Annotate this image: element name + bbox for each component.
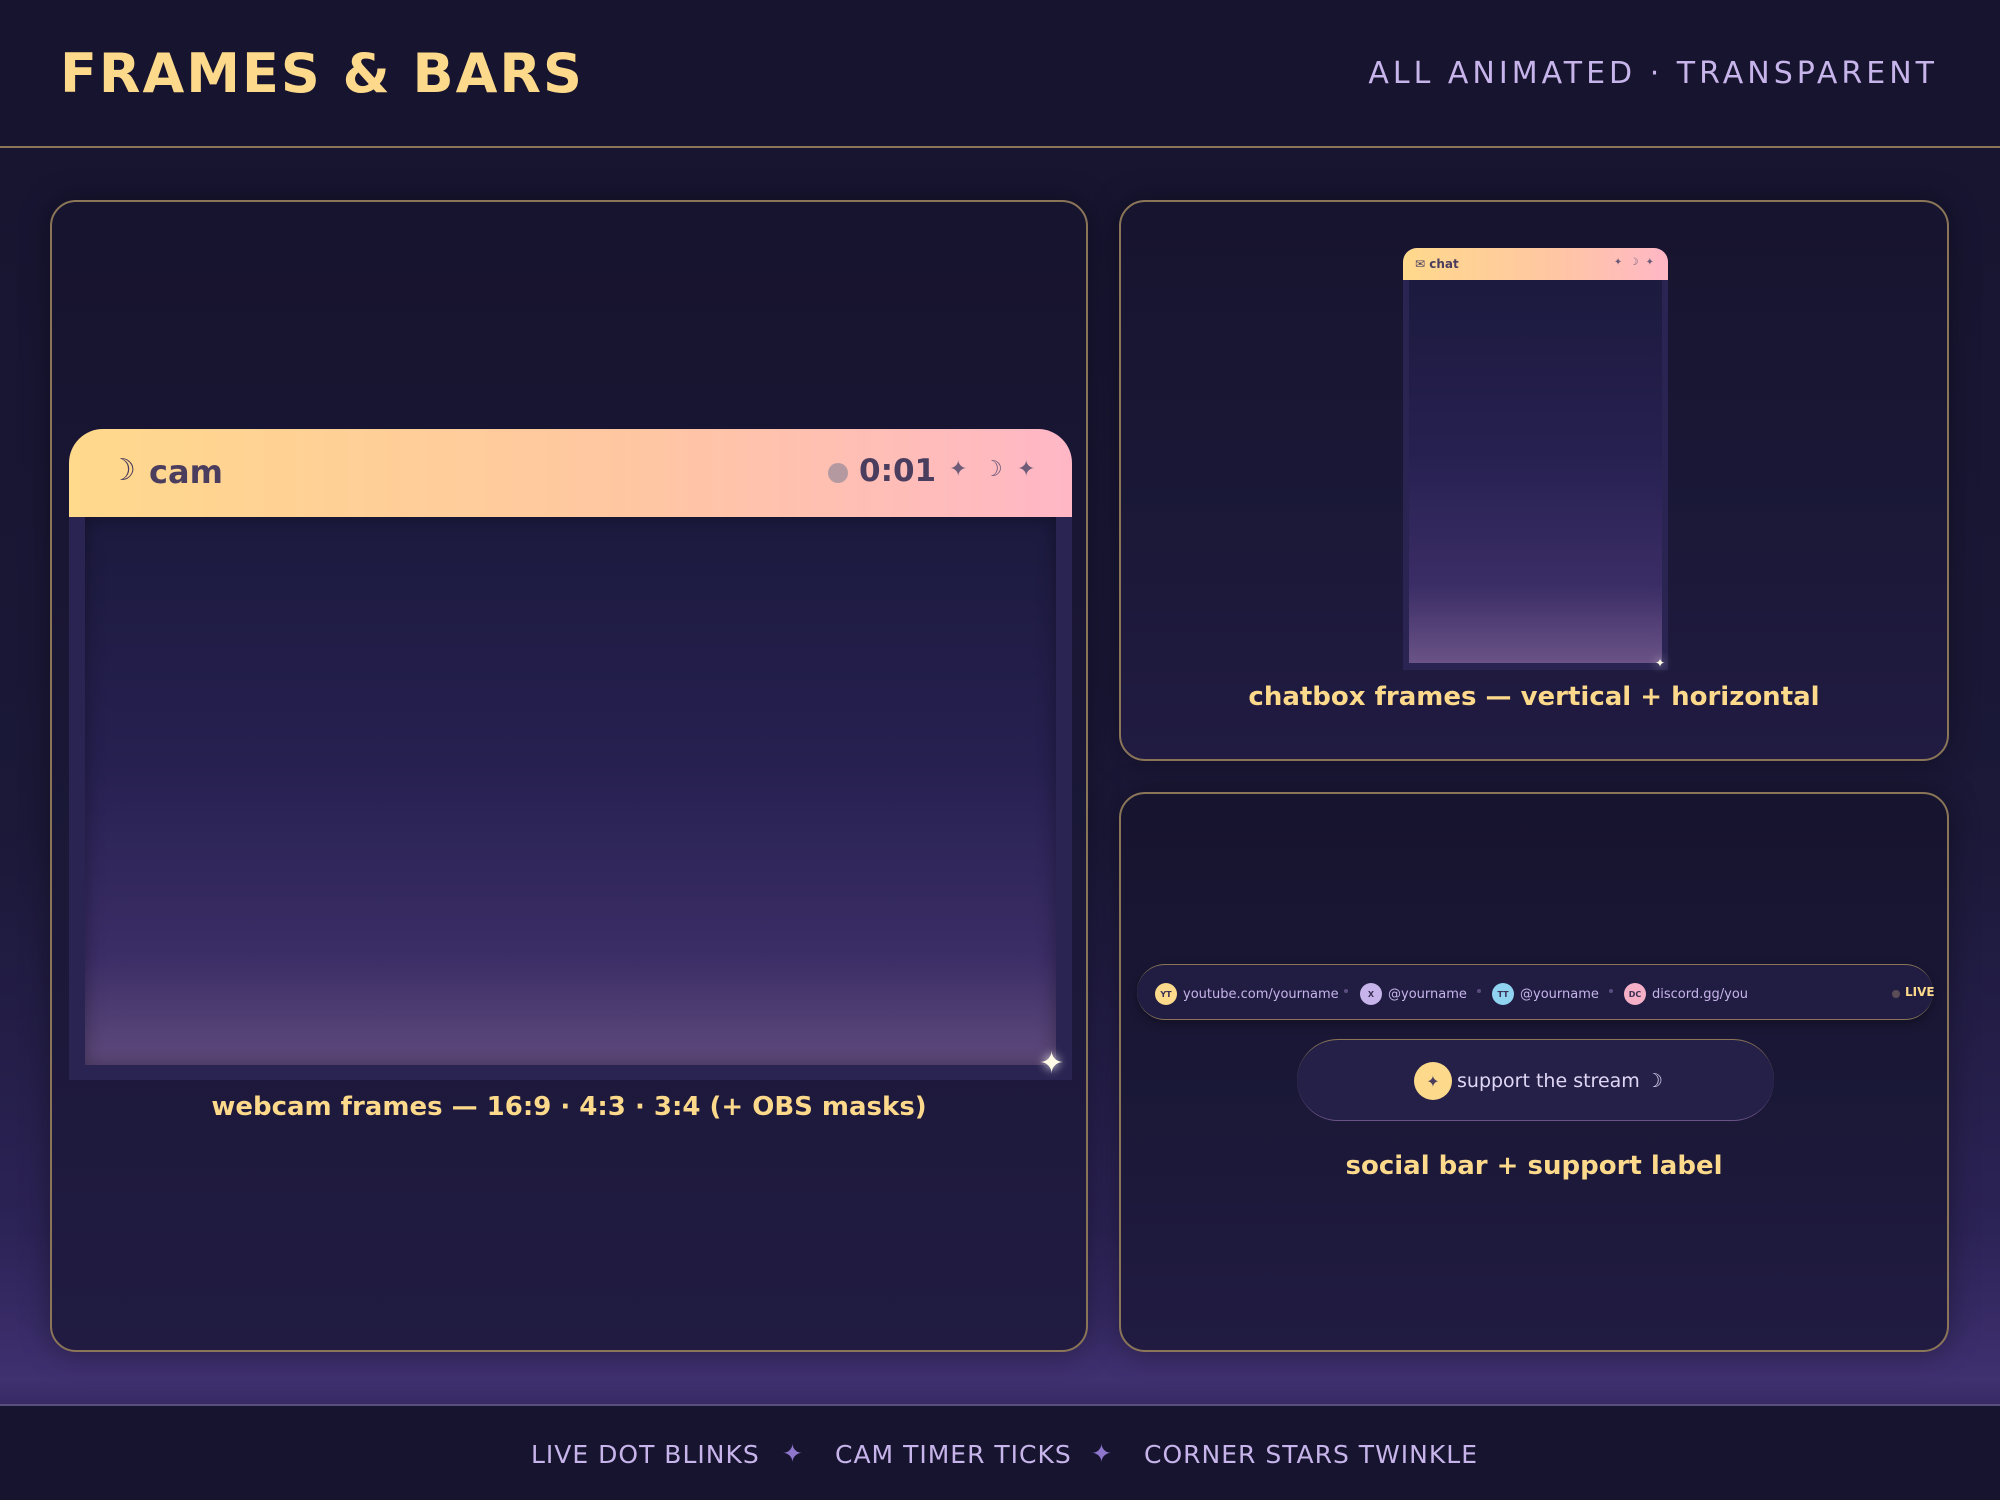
sparkle-icon: ✦ [1039, 1046, 1065, 1081]
chatbox-viewport [1409, 280, 1662, 663]
social-caption: social bar + support label [1345, 1151, 1723, 1181]
header: FRAMES & BARS ALL ANIMATED · TRANSPARENT [0, 0, 2000, 148]
youtube-badge-icon: YT [1155, 983, 1177, 1005]
footer: LIVE DOT BLINKS ✦ CAM TIMER TICKS ✦ CORN… [0, 1404, 2000, 1500]
footer-item-cam-timer: CAM TIMER TICKS [835, 1440, 1072, 1469]
social-item-youtube[interactable]: YT youtube.com/yourname [1155, 983, 1339, 1005]
footer-item-corner-stars: CORNER STARS TWINKLE [1144, 1440, 1478, 1469]
webcam-viewport [85, 517, 1056, 1065]
social-handle: @yourname [1388, 986, 1467, 1002]
star-icon: ✦ [1414, 1062, 1452, 1100]
social-handle: youtube.com/yourname [1183, 986, 1339, 1002]
chatbox-panel[interactable]: ✉ chat ✦ ☽ ✦ ✦ chatbox frames — vertical… [1119, 200, 1949, 761]
star-icon: ✦ [1091, 1439, 1112, 1468]
chatbox-frame-preview[interactable]: ✉ chat ✦ ☽ ✦ ✦ [1403, 248, 1668, 670]
star-icon: ✦ [782, 1439, 803, 1468]
social-panel[interactable]: YT youtube.com/yourname X @yourname TT @… [1119, 792, 1949, 1352]
social-item-discord[interactable]: DC discord.gg/you [1624, 983, 1748, 1005]
moon-icon: ☽ [109, 453, 136, 488]
live-dot-icon [1892, 990, 1900, 998]
x-badge-icon: X [1360, 983, 1382, 1005]
separator-dot [1609, 989, 1613, 993]
moon-icon: ☽ [983, 457, 1003, 482]
social-handle: @yourname [1520, 986, 1599, 1002]
star-icon: ✦ [949, 457, 968, 482]
chatbox-caption: chatbox frames — vertical + horizontal [1248, 682, 1820, 712]
footer-item-live-dot: LIVE DOT BLINKS [531, 1440, 760, 1469]
live-dot-icon [828, 463, 848, 483]
discord-badge-icon: DC [1624, 983, 1646, 1005]
page-subtitle: ALL ANIMATED · TRANSPARENT [1368, 56, 1938, 91]
webcam-frame-border [69, 1065, 1072, 1080]
sparkle-icon: ✦ [1655, 656, 1666, 670]
live-label: LIVE [1905, 985, 1935, 999]
social-item-tiktok[interactable]: TT @yourname [1492, 983, 1599, 1005]
chat-label: ✉ chat [1415, 257, 1459, 271]
cam-label: cam [149, 453, 223, 491]
tiktok-badge-icon: TT [1492, 983, 1514, 1005]
separator-dot [1344, 989, 1348, 993]
chatbox-title-bar: ✉ chat ✦ ☽ ✦ [1403, 248, 1668, 280]
star-moon-icons: ✦ ☽ ✦ [1613, 257, 1656, 268]
page-title: FRAMES & BARS [60, 42, 584, 105]
support-label[interactable]: ✦ support the stream ☽ [1297, 1039, 1774, 1121]
support-text: support the stream ☽ [1457, 1070, 1663, 1092]
cam-timer: 0:01 [859, 453, 937, 489]
social-bar[interactable]: YT youtube.com/yourname X @yourname TT @… [1137, 964, 1935, 1020]
webcam-caption: webcam frames — 16:9 · 4:3 · 3:4 (+ OBS … [211, 1092, 927, 1122]
separator-dot [1477, 989, 1481, 993]
social-handle: discord.gg/you [1652, 986, 1749, 1002]
star-icon: ✦ [1017, 457, 1036, 482]
webcam-title-bar: ☽ cam 0:01 ✦ ☽ ✦ [69, 429, 1072, 517]
webcam-frame-preview[interactable]: ☽ cam 0:01 ✦ ☽ ✦ ✦ [69, 429, 1072, 1081]
social-item-x[interactable]: X @yourname [1360, 983, 1467, 1005]
webcam-panel[interactable]: ☽ cam 0:01 ✦ ☽ ✦ ✦ webcam frames — 16:9 … [50, 200, 1088, 1352]
